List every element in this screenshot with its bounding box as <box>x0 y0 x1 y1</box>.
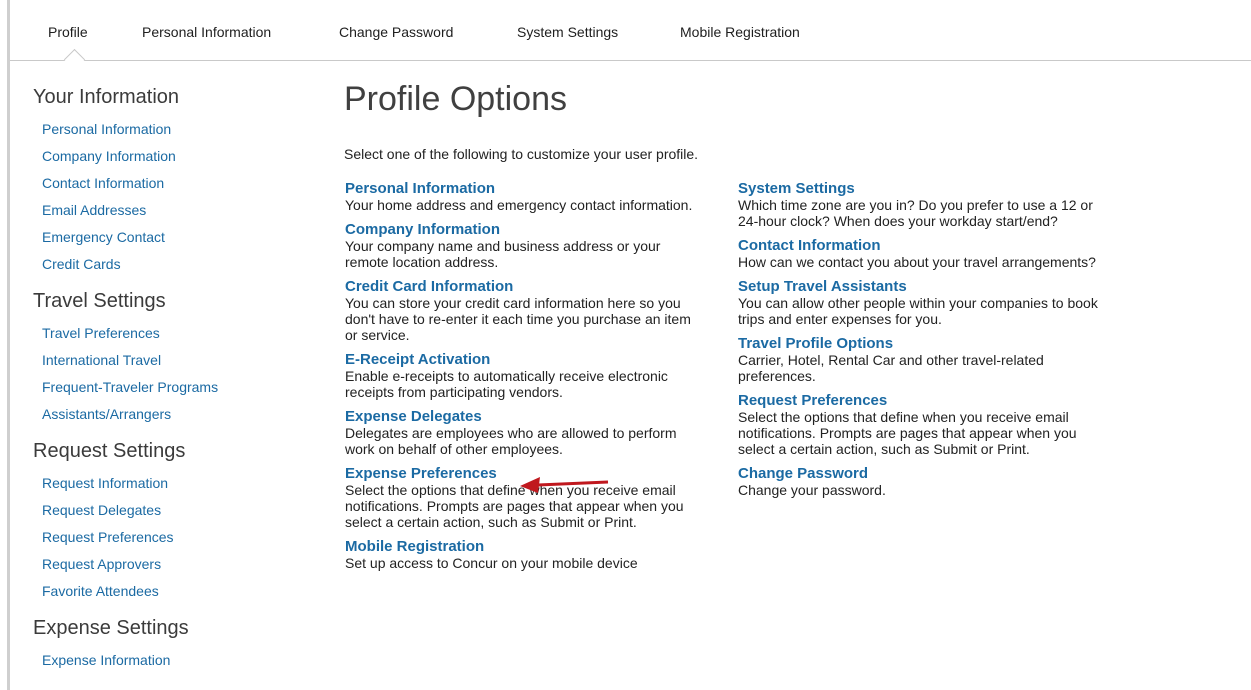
sidebar-item-request-information[interactable]: Request Information <box>42 470 293 497</box>
sidebar-item-request-preferences[interactable]: Request Preferences <box>42 524 293 551</box>
option-description: Change your password. <box>738 482 886 498</box>
intro-text: Select one of the following to customize… <box>344 146 699 162</box>
option-e-receipt-activation: E-Receipt Activation Enable e-receipts t… <box>345 352 705 401</box>
sidebar-item-favorite-attendees[interactable]: Favorite Attendees <box>42 578 293 605</box>
sidebar-heading: Expense Settings <box>33 617 189 639</box>
sidebar-heading: Request Settings <box>33 440 186 462</box>
tab-change-password[interactable]: Change Password <box>339 24 453 40</box>
option-link[interactable]: Change Password <box>738 466 1098 482</box>
sidebar-item-email-addresses[interactable]: Email Addresses <box>42 197 293 224</box>
option-description: Enable e-receipts to automatically recei… <box>345 368 668 400</box>
sidebar-item-expense-information[interactable]: Expense Information <box>42 647 293 674</box>
option-description: Select the options that define when you … <box>738 409 1077 457</box>
sidebar-heading: Your Information <box>33 86 180 108</box>
option-setup-travel-assistants: Setup Travel Assistants You can allow ot… <box>738 279 1098 328</box>
sidebar-item-credit-cards[interactable]: Credit Cards <box>42 251 293 278</box>
sidebar-group-request-settings: Request Settings Request Information Req… <box>33 440 293 605</box>
option-travel-profile-options: Travel Profile Options Carrier, Hotel, R… <box>738 336 1098 385</box>
tab-system-settings[interactable]: System Settings <box>517 24 618 40</box>
sidebar-item-assistants-arrangers[interactable]: Assistants/Arrangers <box>42 401 293 428</box>
sidebar-item-emergency-contact[interactable]: Emergency Contact <box>42 224 293 251</box>
option-link[interactable]: Contact Information <box>738 238 1098 254</box>
tab-profile[interactable]: Profile <box>48 24 88 40</box>
options-column-left: Personal Information Your home address a… <box>345 181 705 580</box>
sidebar-item-travel-preferences[interactable]: Travel Preferences <box>42 320 293 347</box>
option-description: Set up access to Concur on your mobile d… <box>345 555 638 571</box>
option-system-settings: System Settings Which time zone are you … <box>738 181 1098 230</box>
sidebar-item-request-delegates[interactable]: Request Delegates <box>42 497 293 524</box>
option-credit-card-information: Credit Card Information You can store yo… <box>345 279 705 344</box>
sidebar-item-company-information[interactable]: Company Information <box>42 143 293 170</box>
option-personal-information: Personal Information Your home address a… <box>345 181 705 214</box>
sidebar-item-international-travel[interactable]: International Travel <box>42 347 293 374</box>
option-link[interactable]: System Settings <box>738 181 1098 197</box>
sidebar: Your Information Personal Information Co… <box>33 86 293 686</box>
option-description: You can store your credit card informati… <box>345 295 691 343</box>
options-column-right: System Settings Which time zone are you … <box>738 181 1098 507</box>
option-link[interactable]: Expense Delegates <box>345 409 705 425</box>
option-description: Your company name and business address o… <box>345 238 661 270</box>
option-link[interactable]: Mobile Registration <box>345 539 705 555</box>
page-title: Profile Options <box>344 80 567 118</box>
option-description: You can allow other people within your c… <box>738 295 1098 327</box>
option-expense-delegates: Expense Delegates Delegates are employee… <box>345 409 705 458</box>
sidebar-item-contact-information[interactable]: Contact Information <box>42 170 293 197</box>
option-change-password: Change Password Change your password. <box>738 466 1098 499</box>
sidebar-item-personal-information[interactable]: Personal Information <box>42 116 293 143</box>
option-link[interactable]: Request Preferences <box>738 393 1098 409</box>
top-tab-bar: Profile Personal Information Change Pass… <box>10 0 1251 71</box>
tab-mobile-registration[interactable]: Mobile Registration <box>680 24 800 40</box>
option-link[interactable]: Travel Profile Options <box>738 336 1098 352</box>
red-arrow-icon <box>520 477 609 493</box>
option-description: Delegates are employees who are allowed … <box>345 425 677 457</box>
option-link[interactable]: Setup Travel Assistants <box>738 279 1098 295</box>
option-link[interactable]: E-Receipt Activation <box>345 352 705 368</box>
option-mobile-registration: Mobile Registration Set up access to Con… <box>345 539 705 572</box>
option-link[interactable]: Company Information <box>345 222 705 238</box>
sidebar-group-your-information: Your Information Personal Information Co… <box>33 86 293 278</box>
sidebar-group-expense-settings: Expense Settings Expense Information <box>33 617 293 674</box>
option-description: How can we contact you about your travel… <box>738 254 1096 270</box>
option-link[interactable]: Personal Information <box>345 181 705 197</box>
sidebar-group-travel-settings: Travel Settings Travel Preferences Inter… <box>33 290 293 428</box>
sidebar-heading: Travel Settings <box>33 290 166 312</box>
active-tab-caret <box>63 48 86 71</box>
tab-personal-information[interactable]: Personal Information <box>142 24 271 40</box>
option-description: Which time zone are you in? Do you prefe… <box>738 197 1093 229</box>
sidebar-item-frequent-traveler-programs[interactable]: Frequent-Traveler Programs <box>42 374 293 401</box>
sidebar-item-request-approvers[interactable]: Request Approvers <box>42 551 293 578</box>
left-border <box>7 0 10 690</box>
option-request-preferences: Request Preferences Select the options t… <box>738 393 1098 458</box>
option-contact-information: Contact Information How can we contact y… <box>738 238 1098 271</box>
option-description: Carrier, Hotel, Rental Car and other tra… <box>738 352 1044 384</box>
option-company-information: Company Information Your company name an… <box>345 222 705 271</box>
option-link[interactable]: Credit Card Information <box>345 279 705 295</box>
option-description: Your home address and emergency contact … <box>345 197 693 213</box>
